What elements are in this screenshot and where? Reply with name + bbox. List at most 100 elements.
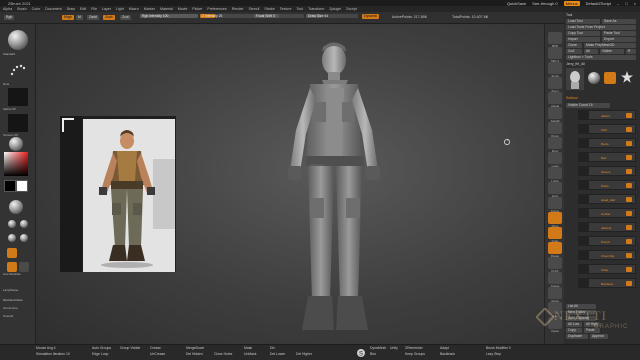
zadd-toggle[interactable]: Zadd <box>87 15 99 20</box>
lazymouse-label[interactable]: LazyMouse <box>3 288 18 292</box>
blur-slider[interactable]: Blur <box>370 352 376 356</box>
visibility-eye-icon[interactable] <box>626 183 632 188</box>
menu-item[interactable]: Transform <box>308 7 324 11</box>
shelf-button[interactable] <box>548 167 562 179</box>
clone-button[interactable]: Clone <box>566 43 582 48</box>
subtool-header[interactable]: Subtool <box>566 96 578 101</box>
load-tool-button[interactable]: Load Tool <box>566 19 600 24</box>
focal-shift-slider[interactable]: Focal Shift 0 <box>254 14 304 18</box>
dynamic-toggle[interactable]: Dynamic <box>362 14 380 19</box>
menu-item[interactable]: Material <box>160 7 173 11</box>
menu-item[interactable]: Tool <box>297 7 304 11</box>
gradient-sphere[interactable] <box>9 200 23 214</box>
subtool-item[interactable]: Jacket <box>578 110 636 120</box>
shelf-button[interactable] <box>548 227 562 239</box>
default-script-button[interactable]: DefaultZScript <box>586 1 611 6</box>
visibility-eye-icon[interactable] <box>626 267 632 272</box>
menu-item[interactable]: Document <box>45 7 61 11</box>
subtool-item[interactable]: Head_Hair <box>578 194 636 204</box>
copy-tool-button[interactable]: Copy Tool <box>566 31 600 36</box>
simulation-iteration-slider[interactable]: Simulation Iteration 10 <box>36 352 70 356</box>
menu-item[interactable]: Render <box>232 7 244 11</box>
draw-mode-icon[interactable] <box>7 248 17 258</box>
shelf-button[interactable] <box>548 182 562 194</box>
switch-color-sphere[interactable] <box>8 220 16 228</box>
adapt-button[interactable]: Adapt <box>440 346 449 350</box>
z-intensity-slider[interactable]: Z Intensity 25 <box>200 14 258 18</box>
menu-item[interactable]: Texture <box>280 7 292 11</box>
menu-item[interactable]: Layer <box>102 7 111 11</box>
material-thumb[interactable] <box>9 137 23 151</box>
polymesh-thumb[interactable] <box>604 72 616 84</box>
mask-button[interactable]: Mask <box>244 346 252 350</box>
mouse-avg-slider[interactable]: Mouse Avg 4 <box>36 346 56 350</box>
make-polymesh-button[interactable]: Make PolyMesh3D <box>584 43 636 48</box>
load-tools-from-project-button[interactable]: Load Tools From Project <box>566 25 636 30</box>
menu-item[interactable]: Edit <box>80 7 86 11</box>
visibility-eye-icon[interactable] <box>626 155 632 160</box>
menu-item[interactable]: Zscript <box>346 7 357 11</box>
minimize-icon[interactable]: – <box>617 1 619 6</box>
move-mode-icon[interactable] <box>7 262 17 272</box>
menu-item[interactable]: Draw <box>67 7 75 11</box>
close-holes-button[interactable]: Close Holes <box>214 352 232 356</box>
group-visible-button[interactable]: Group Visible <box>120 346 140 350</box>
menu-item[interactable]: Macro <box>129 7 139 11</box>
visibility-eye-icon[interactable] <box>626 197 632 202</box>
subtool-item[interactable]: Gloves <box>578 166 636 176</box>
lazy-step-slider[interactable]: Lazy Step <box>486 352 501 356</box>
subtool-item[interactable]: Pants <box>578 180 636 190</box>
subtool-item[interactable]: Shirt <box>578 124 636 134</box>
subtool-item[interactable]: Chest Rig <box>578 250 636 260</box>
subtool-item[interactable]: Belt <box>578 152 636 162</box>
menu-item[interactable]: Stroke <box>264 7 274 11</box>
fill-sphere-a[interactable] <box>8 234 16 242</box>
uncrease-button[interactable]: UnCrease <box>150 352 165 356</box>
visibility-eye-icon[interactable] <box>626 141 632 146</box>
smooth-label[interactable]: Smooth <box>3 314 13 318</box>
dynamesh-icon[interactable]: S <box>356 348 366 358</box>
r-button[interactable]: R <box>626 49 636 54</box>
close-icon[interactable]: × <box>634 1 636 6</box>
shelf-button[interactable] <box>548 62 562 74</box>
simple-brush-thumb[interactable] <box>620 70 634 84</box>
unmask-button[interactable]: UnMask <box>244 352 256 356</box>
visibility-eye-icon[interactable] <box>626 127 632 132</box>
lightbox-tools-button[interactable]: Lightbox > Tools <box>566 55 636 60</box>
sphere3d-thumb[interactable] <box>588 72 600 84</box>
del-lower-button[interactable]: Del Lower <box>270 352 285 356</box>
shelf-button[interactable] <box>548 137 562 149</box>
draw-size-slider[interactable]: Draw Size 64 <box>306 14 358 18</box>
backtrack-button[interactable]: Backtrack <box>440 352 455 356</box>
menu-item[interactable]: Alpha <box>3 7 12 11</box>
menu-item[interactable]: Light <box>116 7 124 11</box>
keep-groups-button[interactable]: Keep Groups <box>405 352 425 356</box>
visibility-eye-icon[interactable] <box>626 239 632 244</box>
goz-button[interactable]: GoZ <box>566 49 582 54</box>
del-hidden-button[interactable]: Del Hidden <box>186 352 203 356</box>
menu-item[interactable]: Color <box>32 7 41 11</box>
mrgb-toggle[interactable]: Mrgb <box>62 15 74 20</box>
brush-modifier-slider[interactable]: Brush Modifier 0 <box>486 346 511 350</box>
maximize-icon[interactable]: □ <box>625 1 627 6</box>
paste-tool-button[interactable]: Paste Tool <box>602 31 636 36</box>
menu-item[interactable]: Movie <box>178 7 188 11</box>
crease-button[interactable]: Crease <box>150 346 161 350</box>
texture-off-thumb[interactable] <box>8 114 28 132</box>
menu-item[interactable]: Stencil <box>249 7 260 11</box>
visibility-eye-icon[interactable] <box>626 211 632 216</box>
visibility-eye-icon[interactable] <box>626 281 632 286</box>
menus-button[interactable]: Menus <box>563 0 580 6</box>
m-toggle[interactable]: M <box>76 15 83 20</box>
shelf-button[interactable] <box>548 47 562 59</box>
shelf-button[interactable] <box>548 257 562 269</box>
zsub-toggle[interactable]: Zsub <box>103 15 115 20</box>
dynamesh-button[interactable]: DynaMesh <box>370 346 386 350</box>
subtool-item[interactable]: Jacket2 <box>578 222 636 232</box>
stroke-dots-thumb[interactable] <box>8 60 28 80</box>
current-tool-thumb[interactable] <box>566 68 584 90</box>
subtool-item[interactable]: Bandana <box>578 278 636 288</box>
accucurve-label[interactable]: AccuCurve <box>3 306 18 310</box>
zremesher-button[interactable]: ZRemesher <box>405 346 423 350</box>
export-button[interactable]: Export <box>602 37 636 42</box>
